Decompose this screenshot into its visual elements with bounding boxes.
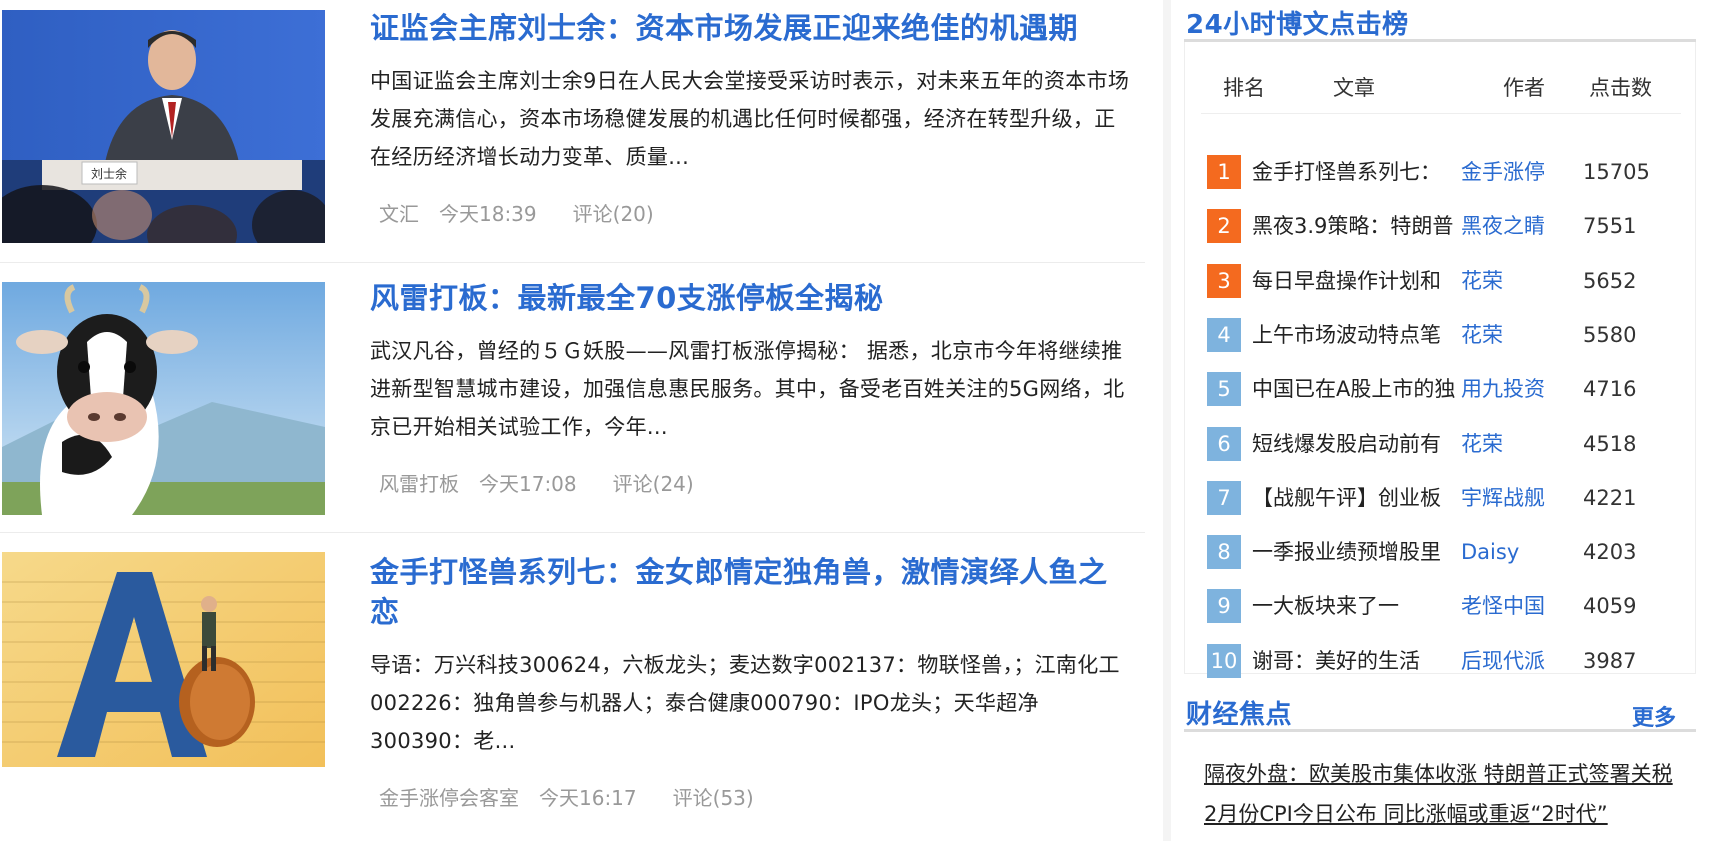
article-body: 证监会主席刘士余：资本市场发展正迎来绝佳的机遇期 中国证监会主席刘士余9日在人民…: [370, 8, 1135, 227]
rank-click-count: 5652: [1583, 268, 1637, 293]
rank-number-badge: 7: [1207, 480, 1241, 515]
rank-number-badge: 1: [1207, 155, 1241, 189]
rank-click-count: 4203: [1583, 540, 1637, 565]
article-summary: 中国证监会主席刘士余9日在人民大会堂接受采访时表示，对未来五年的资本市场发展充满…: [370, 69, 1130, 169]
article-body: 金手打怪兽系列七：金女郎情定独角兽，激情演绎人鱼之恋 导语：万兴科技300624…: [370, 552, 1135, 811]
sidebar: 24小时博文点击榜 排名 文章 作者 点击数 1 金手打怪兽系列七： 金手涨停 157…: [1184, 0, 1696, 826]
ranking-row: 5 中国已在A股上市的独 用九投资 4716: [1207, 369, 1677, 409]
column-divider: [1163, 0, 1171, 841]
rank-article-link[interactable]: 【战舰午评】创业板: [1252, 478, 1467, 518]
article-item: 刘士余 证监会主席刘士余：资本市场发展正迎来绝佳的机遇期 中国证监会主席刘士余9…: [0, 0, 1145, 263]
rank-click-count: 5580: [1583, 322, 1637, 347]
article-item: 风雷打板：最新最全70支涨停板全揭秘 武汉凡谷，曾经的５Ｇ妖股——风雷打板涨停揭…: [0, 264, 1145, 533]
rank-author-link[interactable]: 金手涨停: [1461, 152, 1571, 192]
article-author[interactable]: 金手涨停会客室: [379, 786, 519, 810]
ranking-row: 3 每日早盘操作计划和 花荣 5652: [1207, 261, 1677, 301]
col-rank: 排名: [1223, 76, 1265, 100]
article-thumbnail[interactable]: [2, 282, 325, 515]
article-thumbnail[interactable]: [2, 552, 325, 767]
ranking-row: 7 【战舰午评】创业板 宇辉战舰 4221: [1207, 478, 1677, 518]
article-comments-link[interactable]: 评论(53): [673, 786, 754, 810]
rank-number-badge: 6: [1207, 426, 1241, 461]
focus-news-link[interactable]: 隔夜外盘：欧美股市集体收涨 特朗普正式签署关税: [1204, 754, 1696, 794]
article-title-link[interactable]: 证监会主席刘士余：资本市场发展正迎来绝佳的机遇期: [370, 8, 1135, 48]
rank-author-link[interactable]: 宇辉战舰: [1461, 478, 1571, 518]
rank-author-link[interactable]: 花荣: [1461, 424, 1571, 464]
article-author[interactable]: 文汇: [379, 202, 419, 226]
rank-click-count: 15705: [1583, 160, 1650, 184]
rank-article-link[interactable]: 一季报业绩预增股里: [1252, 532, 1467, 572]
press-conference-photo: 刘士余: [2, 10, 325, 243]
ranking-row: 2 黑夜3.9策略：特朗普 黑夜之睛 7551: [1207, 206, 1677, 246]
rank-number-badge: 3: [1207, 263, 1241, 298]
article-item: 金手打怪兽系列七：金女郎情定独角兽，激情演绎人鱼之恋 导语：万兴科技300624…: [0, 534, 1145, 841]
rank-number-badge: 2: [1207, 209, 1241, 244]
article-title-link[interactable]: 金手打怪兽系列七：金女郎情定独角兽，激情演绎人鱼之恋: [370, 552, 1135, 632]
focus-header: 财经焦点 更多: [1184, 694, 1696, 732]
rank-author-link[interactable]: 用九投资: [1461, 369, 1571, 409]
rank-click-count: 3987: [1583, 648, 1637, 673]
rank-author-link[interactable]: Daisy: [1461, 532, 1571, 572]
rank-number-badge: 8: [1207, 535, 1241, 570]
ranking-row: 4 上午市场波动特点笔 花荣 5580: [1207, 315, 1677, 355]
cow-photo: [2, 282, 325, 515]
article-summary: 导语：万兴科技300624，六板龙头；麦达数字002137：物联怪兽，；江南化工…: [370, 653, 1120, 753]
name-plate: 刘士余: [91, 166, 127, 181]
rank-article-link[interactable]: 金手打怪兽系列七：: [1252, 152, 1467, 192]
rank-article-link[interactable]: 黑夜3.9策略：特朗普: [1252, 206, 1467, 246]
article-comments-link[interactable]: 评论(20): [573, 202, 654, 226]
article-comments-link[interactable]: 评论(24): [613, 472, 694, 496]
ranking-row: 9 一大板块来了一 老怪中国 4059: [1207, 586, 1677, 626]
article-meta: 风雷打板 今天17:08 评论(24): [370, 468, 1135, 497]
rank-click-count: 4716: [1583, 377, 1637, 402]
rank-number-badge: 10: [1207, 643, 1241, 678]
article-meta: 金手涨停会客室 今天16:17 评论(53): [370, 782, 1135, 811]
rank-author-link[interactable]: 老怪中国: [1461, 586, 1571, 626]
col-article: 文章: [1333, 76, 1375, 100]
rank-article-link[interactable]: 一大板块来了一: [1252, 586, 1467, 626]
rank-click-count: 4221: [1583, 485, 1637, 510]
rank-author-link[interactable]: 花荣: [1461, 261, 1571, 301]
ranking-table: 排名 文章 作者 点击数 1 金手打怪兽系列七： 金手涨停 15705 2 黑夜3.9策略…: [1184, 42, 1696, 678]
ranking-row: 1 金手打怪兽系列七： 金手涨停 15705: [1207, 152, 1677, 192]
rank-article-link[interactable]: 中国已在A股上市的独: [1252, 369, 1467, 409]
article-author[interactable]: 风雷打板: [379, 472, 459, 496]
rank-article-link[interactable]: 谢哥：美好的生活: [1252, 641, 1467, 681]
article-meta: 文汇 今天18:39 评论(20): [370, 198, 1135, 227]
article-summary: 武汉凡谷，曾经的５Ｇ妖股——风雷打板涨停揭秘： 据悉，北京市今年将继续推进新型智…: [370, 339, 1125, 439]
letter-a-figure-photo: [2, 552, 325, 767]
article-time: 今天17:08: [479, 472, 577, 496]
ranking-row: 10 谢哥：美好的生活 后现代派 3987: [1207, 641, 1677, 681]
rank-click-count: 4518: [1583, 431, 1637, 456]
rank-author-link[interactable]: 花荣: [1461, 315, 1571, 355]
ranking-header: 24小时博文点击榜: [1184, 0, 1696, 42]
rank-number-badge: 9: [1207, 589, 1241, 624]
rank-click-count: 7551: [1583, 214, 1637, 239]
ranking-table-header: 排名 文章 作者 点击数: [1201, 72, 1681, 114]
focus-list: 隔夜外盘：欧美股市集体收涨 特朗普正式签署关税 2月份CPI今日公布 同比涨幅或重…: [1184, 754, 1696, 834]
col-clicks: 点击数: [1589, 76, 1652, 100]
ranking-title: 24小时博文点击榜: [1186, 10, 1409, 40]
ranking-row: 8 一季报业绩预增股里 Daisy 4203: [1207, 532, 1677, 572]
rank-article-link[interactable]: 每日早盘操作计划和: [1252, 261, 1467, 301]
focus-news-link[interactable]: 2月份CPI今日公布 同比涨幅或重返“2时代”: [1204, 794, 1696, 834]
article-thumbnail[interactable]: 刘士余: [2, 10, 325, 243]
rank-author-link[interactable]: 黑夜之睛: [1461, 206, 1571, 246]
article-title-link[interactable]: 风雷打板：最新最全70支涨停板全揭秘: [370, 278, 1135, 318]
article-body: 风雷打板：最新最全70支涨停板全揭秘 武汉凡谷，曾经的５Ｇ妖股——风雷打板涨停揭…: [370, 278, 1135, 497]
ranking-row: 6 短线爆发股启动前有 花荣 4518: [1207, 424, 1677, 464]
rank-click-count: 4059: [1583, 594, 1637, 619]
rank-number-badge: 4: [1207, 317, 1241, 352]
article-time: 今天18:39: [439, 202, 537, 226]
finance-focus: 财经焦点 更多 隔夜外盘：欧美股市集体收涨 特朗普正式签署关税 2月份CPI今日公…: [1184, 694, 1696, 834]
article-time: 今天16:17: [539, 786, 637, 810]
rank-author-link[interactable]: 后现代派: [1461, 641, 1571, 681]
rank-number-badge: 5: [1207, 372, 1241, 407]
rank-article-link[interactable]: 短线爆发股启动前有: [1252, 424, 1467, 464]
rank-article-link[interactable]: 上午市场波动特点笔: [1252, 315, 1467, 355]
focus-title: 财经焦点: [1186, 700, 1293, 730]
col-author: 作者: [1503, 76, 1545, 100]
article-list: 刘士余 证监会主席刘士余：资本市场发展正迎来绝佳的机遇期 中国证监会主席刘士余9…: [0, 0, 1145, 841]
more-link[interactable]: 更多: [1632, 700, 1676, 732]
